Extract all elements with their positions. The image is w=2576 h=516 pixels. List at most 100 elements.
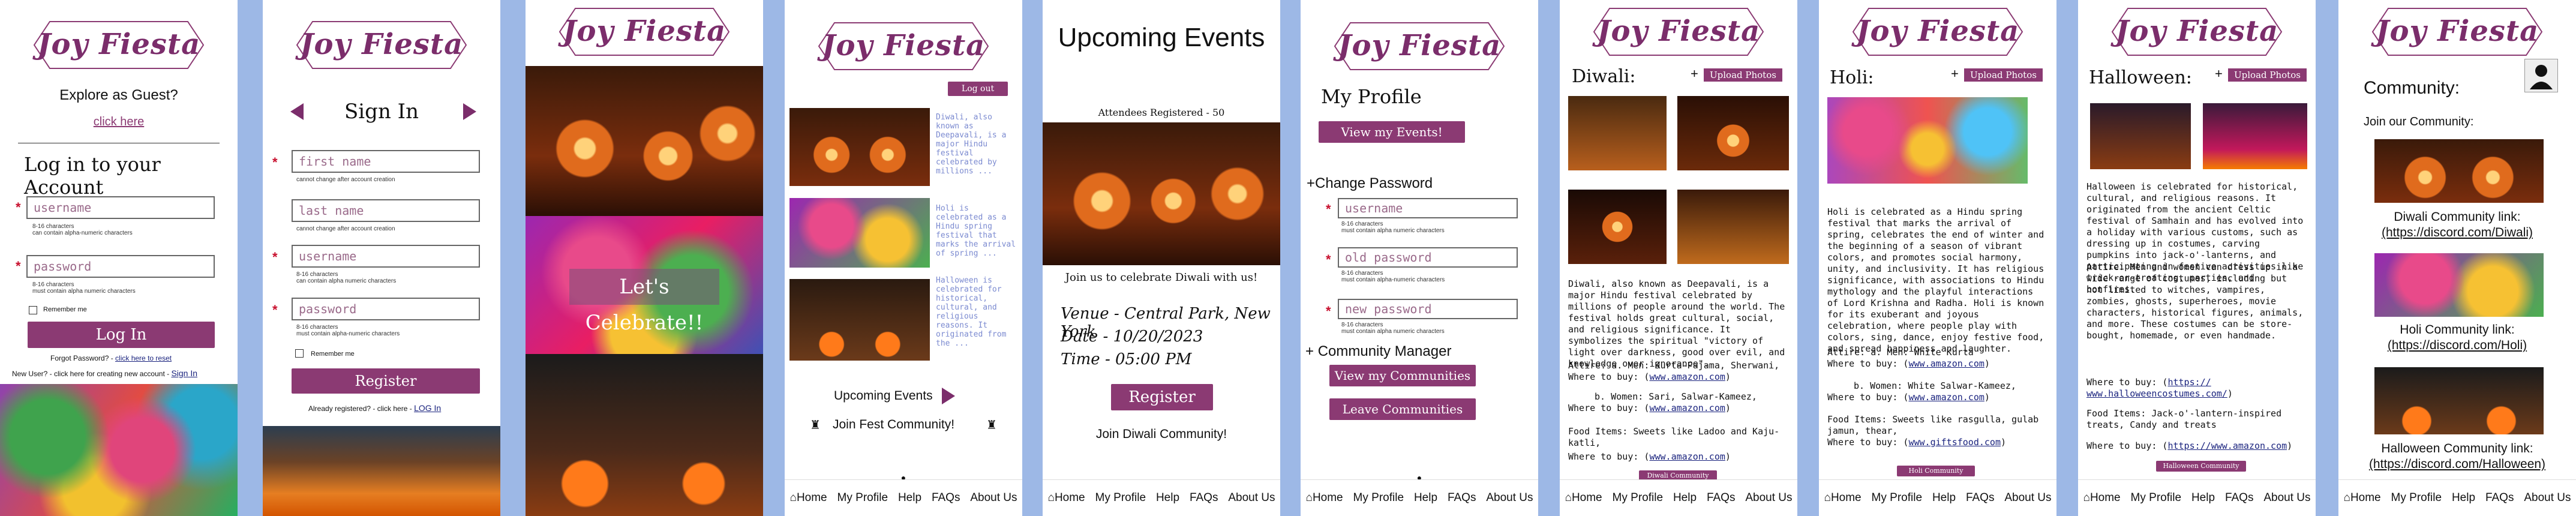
arrow-right-icon[interactable] — [942, 388, 955, 404]
nav-faqs[interactable]: FAQs — [1448, 491, 1476, 505]
nav-about[interactable]: About Us — [970, 491, 1017, 505]
nav-home[interactable]: ⌂Home — [1047, 491, 1085, 505]
diwali-photo-1[interactable] — [1568, 96, 1667, 170]
halloween-thumb[interactable] — [789, 279, 930, 361]
nav-profile[interactable]: My Profile — [1872, 491, 1922, 505]
halloween-photo-2[interactable] — [2203, 103, 2307, 169]
upload-photos-button[interactable]: Upload Photos — [1704, 68, 1782, 82]
first-name-input[interactable]: first name — [292, 150, 480, 173]
nav-profile[interactable]: My Profile — [1353, 491, 1404, 505]
diwali-photo-2[interactable] — [1677, 96, 1789, 170]
nav-home[interactable]: ⌂Home — [2343, 491, 2380, 505]
halloween-snippet[interactable]: Halloween is celebrated for historical, … — [936, 276, 1016, 348]
remember-checkbox[interactable] — [295, 349, 304, 358]
nav-help[interactable]: Help — [898, 491, 921, 505]
nav-faqs[interactable]: FAQs — [2225, 491, 2254, 505]
old-password-input[interactable]: old password — [1338, 247, 1518, 268]
join-community-link[interactable]: Join Diwali Community! — [1043, 427, 1280, 442]
community-manager-header[interactable]: + Community Manager — [1305, 343, 1451, 360]
view-communities-button[interactable]: View my Communities — [1329, 365, 1476, 386]
logo: Joy Fiesta — [816, 20, 990, 72]
password-input[interactable]: password — [26, 255, 215, 278]
join-community-link[interactable]: Join Fest Community! — [833, 418, 954, 432]
upcoming-events-link[interactable]: Upcoming Events — [834, 389, 933, 403]
food-link[interactable]: https://www.amazon.com — [2167, 440, 2287, 451]
nav-help[interactable]: Help — [1156, 491, 1179, 505]
forgot-link[interactable]: click here to reset — [115, 354, 172, 362]
username-input[interactable]: username — [1338, 198, 1518, 218]
signin-link[interactable]: Sign In — [171, 368, 197, 378]
nav-faqs[interactable]: FAQs — [1707, 491, 1736, 505]
nav-about[interactable]: About Us — [1486, 491, 1533, 505]
diwali-photo-4[interactable] — [1677, 190, 1789, 264]
nav-home[interactable]: ⌂Home — [1305, 491, 1343, 505]
new-password-input[interactable]: new password — [1338, 299, 1518, 319]
nav-help[interactable]: Help — [2191, 491, 2215, 505]
guest-link[interactable]: click here — [0, 115, 238, 129]
register-button[interactable]: Register — [1111, 384, 1213, 410]
diwali-snippet[interactable]: Diwali, also known as Deepavali, is a ma… — [936, 113, 1016, 176]
attire-women-link[interactable]: www.amazon.com — [1649, 403, 1725, 413]
username-input[interactable]: username — [292, 245, 480, 268]
nav-home[interactable]: ⌂Home — [1824, 491, 1861, 505]
last-name-input[interactable]: last name — [292, 199, 480, 222]
plus-icon[interactable]: + — [1691, 66, 1698, 82]
holi-thumb[interactable] — [789, 198, 930, 268]
food-link[interactable]: www.giftsfood.com — [1908, 437, 2001, 448]
nav-faqs[interactable]: FAQs — [1190, 491, 1218, 505]
view-events-button[interactable]: View my Events! — [1319, 121, 1465, 143]
food-items: Food Items: Sweets like rasgulla, gulab … — [1827, 414, 2039, 436]
upload-photos-button[interactable]: Upload Photos — [1964, 68, 2043, 82]
nav-faqs[interactable]: FAQs — [2485, 491, 2514, 505]
buy-label: Where to buy: — [1827, 437, 1898, 448]
nav-help[interactable]: Help — [1932, 491, 1956, 505]
halloween-community-link[interactable]: (https://discord.com/Halloween) — [2338, 457, 2576, 472]
attire-men-link[interactable]: www.amazon.com — [1908, 358, 1984, 369]
leave-communities-button[interactable]: Leave Communities — [1329, 398, 1476, 420]
community-button[interactable]: Halloween Community — [2156, 461, 2246, 472]
remember-checkbox[interactable] — [29, 306, 37, 314]
holi-community-link[interactable]: (https://discord.com/Holi) — [2338, 338, 2576, 353]
diwali-photo-3[interactable] — [1568, 190, 1667, 264]
nav-profile[interactable]: My Profile — [2131, 491, 2181, 505]
plus-icon[interactable]: + — [2215, 66, 2223, 82]
username-input[interactable]: username — [26, 196, 215, 219]
login-button[interactable]: Log In — [28, 322, 215, 348]
nav-home[interactable]: ⌂Home — [1565, 491, 1602, 505]
nav-faqs[interactable]: FAQs — [932, 491, 960, 505]
nav-about[interactable]: About Us — [1228, 491, 1275, 505]
halloween-photo-1[interactable] — [2090, 103, 2191, 169]
holi-snippet[interactable]: Holi is celebrated as a Hindu spring fes… — [936, 204, 1016, 258]
nav-help[interactable]: Help — [1414, 491, 1437, 505]
nav-profile[interactable]: My Profile — [837, 491, 888, 505]
nav-home[interactable]: ⌂Home — [2083, 491, 2120, 505]
nav-about[interactable]: About Us — [2524, 491, 2571, 505]
diwali-community-link[interactable]: (https://discord.com/Diwali) — [2338, 226, 2576, 240]
logout-button[interactable]: Log out — [948, 82, 1008, 96]
avatar-icon[interactable] — [2524, 59, 2558, 92]
nav-help[interactable]: Help — [2452, 491, 2475, 505]
nav-profile[interactable]: My Profile — [1095, 491, 1146, 505]
nav-about[interactable]: About Us — [1745, 491, 1792, 505]
register-button[interactable]: Register — [292, 368, 480, 394]
attire-men-link[interactable]: www.amazon.com — [1649, 371, 1725, 382]
nav-profile[interactable]: My Profile — [1613, 491, 1663, 505]
nav-profile[interactable]: My Profile — [2391, 491, 2442, 505]
community-button[interactable]: Holi Community — [1897, 466, 1975, 476]
upload-photos-button[interactable]: Upload Photos — [2228, 68, 2307, 82]
change-password-header[interactable]: +Change Password — [1307, 175, 1433, 192]
logo: Joy Fiesta — [557, 6, 731, 58]
nav-about[interactable]: About Us — [2004, 491, 2051, 505]
nav-faqs[interactable]: FAQs — [1966, 491, 1995, 505]
celebrate-banner: Let's Celebrate!! — [569, 269, 719, 335]
password-input[interactable]: password — [292, 298, 480, 320]
food-link[interactable]: www.amazon.com — [1649, 451, 1725, 462]
nav-help[interactable]: Help — [1673, 491, 1697, 505]
login-link[interactable]: LOG In — [414, 403, 441, 413]
plus-icon[interactable]: + — [1951, 66, 1959, 82]
nav-about[interactable]: About Us — [2263, 491, 2310, 505]
nav-home[interactable]: ⌂Home — [789, 491, 827, 505]
attire-women-link[interactable]: www.amazon.com — [1908, 392, 1984, 403]
holi-photo[interactable] — [1827, 97, 2028, 184]
diwali-thumb[interactable] — [789, 108, 930, 186]
